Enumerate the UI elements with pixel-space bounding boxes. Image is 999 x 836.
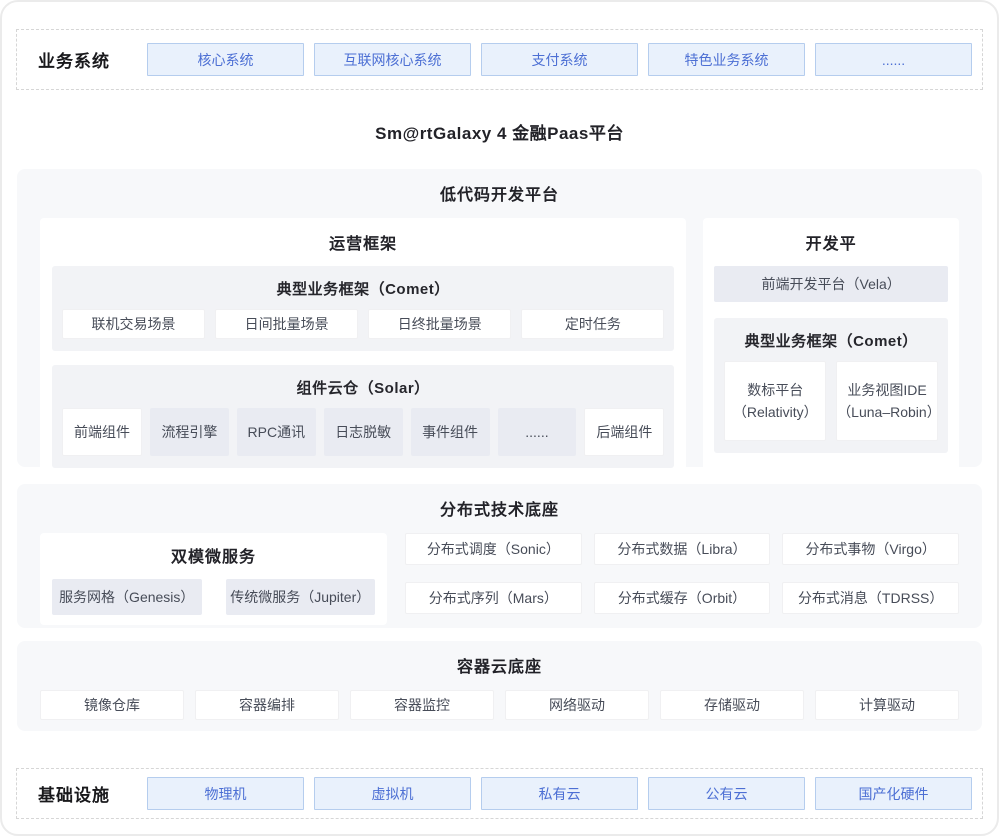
architecture-diagram: 业务系统 核心系统 互联网核心系统 支付系统 特色业务系统 ...... Sm@… xyxy=(0,0,999,836)
card-line1: 数标平台 xyxy=(747,379,803,401)
card-solar-ellipsis: ...... xyxy=(498,408,577,456)
operation-framework-title: 运营框架 xyxy=(52,230,674,254)
card-online-trading-scene: 联机交易场景 xyxy=(62,309,205,339)
business-systems-label: 业务系统 xyxy=(38,47,110,72)
dev-comet-title: 典型业务框架（Comet） xyxy=(724,330,938,351)
card-traditional-microservice-jupiter: 传统微服务（Jupiter） xyxy=(226,579,376,615)
card-image-registry: 镜像仓库 xyxy=(40,690,184,720)
chip-internet-core-system: 互联网核心系统 xyxy=(314,43,471,76)
solar-component-section: 组件云仓（Solar） 前端组件 流程引擎 RPC通讯 日志脱敏 事件组件 ..… xyxy=(52,365,674,468)
card-scheduled-task: 定时任务 xyxy=(521,309,664,339)
distributed-base-panel: 分布式技术底座 双模微服务 服务网格（Genesis） 传统微服务（Jupite… xyxy=(17,484,982,628)
card-frontend-dev-platform-vela: 前端开发平台（Vela） xyxy=(714,266,948,302)
container-base-title: 容器云底座 xyxy=(40,653,959,677)
distributed-base-title: 分布式技术底座 xyxy=(40,496,959,520)
chip-special-business-system: 特色业务系统 xyxy=(648,43,805,76)
card-line2: （Luna–Robin） xyxy=(837,401,937,423)
infrastructure-row: 基础设施 物理机 虚拟机 私有云 公有云 国产化硬件 xyxy=(16,768,983,819)
card-endofday-batch-scene: 日终批量场景 xyxy=(368,309,511,339)
page-title: Sm@rtGalaxy 4 金融Paas平台 xyxy=(2,119,997,144)
card-compute-driver: 计算驱动 xyxy=(815,690,959,720)
comet-framework-section: 典型业务框架（Comet） 联机交易场景 日间批量场景 日终批量场景 定时任务 xyxy=(52,266,674,351)
card-distributed-cache-orbit: 分布式缓存（Orbit） xyxy=(594,582,771,614)
comet-framework-title: 典型业务框架（Comet） xyxy=(62,278,664,299)
card-storage-driver: 存储驱动 xyxy=(660,690,804,720)
card-line1: 业务视图IDE xyxy=(847,379,926,401)
chip-virtual-machine: 虚拟机 xyxy=(314,777,471,810)
card-log-masking: 日志脱敏 xyxy=(324,408,403,456)
chip-private-cloud: 私有云 xyxy=(481,777,638,810)
card-distributed-scheduling-sonic: 分布式调度（Sonic） xyxy=(405,533,582,565)
dual-mode-microservice-title: 双模微服务 xyxy=(52,543,375,567)
card-backend-component: 后端组件 xyxy=(584,408,664,456)
infrastructure-chips: 物理机 虚拟机 私有云 公有云 国产化硬件 xyxy=(147,777,972,810)
card-distributed-sequence-mars: 分布式序列（Mars） xyxy=(405,582,582,614)
chip-core-system: 核心系统 xyxy=(147,43,304,76)
low-code-platform-title: 低代码开发平台 xyxy=(40,181,959,205)
chip-payment-system: 支付系统 xyxy=(481,43,638,76)
dev-platform-box: 开发平 前端开发平台（Vela） 典型业务框架（Comet） 数标平台 （Rel… xyxy=(703,218,959,478)
business-systems-chips: 核心系统 互联网核心系统 支付系统 特色业务系统 ...... xyxy=(147,43,972,76)
business-systems-row: 业务系统 核心系统 互联网核心系统 支付系统 特色业务系统 ...... xyxy=(16,29,983,90)
container-base-panel: 容器云底座 镜像仓库 容器编排 容器监控 网络驱动 存储驱动 计算驱动 xyxy=(17,641,982,731)
solar-component-title: 组件云仓（Solar） xyxy=(62,377,664,398)
card-event-component: 事件组件 xyxy=(411,408,490,456)
chip-physical-machine: 物理机 xyxy=(147,777,304,810)
card-frontend-component: 前端组件 xyxy=(62,408,142,456)
card-daytime-batch-scene: 日间批量场景 xyxy=(215,309,358,339)
card-distributed-message-tdrss: 分布式消息（TDRSS） xyxy=(782,582,959,614)
card-line2: （Relativity） xyxy=(733,401,818,423)
infrastructure-label: 基础设施 xyxy=(38,781,110,806)
chip-domestic-hardware: 国产化硬件 xyxy=(815,777,972,810)
card-data-standard-platform-relativity: 数标平台 （Relativity） xyxy=(724,361,826,441)
low-code-platform-panel: 低代码开发平台 运营框架 典型业务框架（Comet） 联机交易场景 日间批量场景… xyxy=(17,169,982,467)
dev-platform-title: 开发平 xyxy=(714,230,948,254)
card-distributed-transaction-virgo: 分布式事物（Virgo） xyxy=(782,533,959,565)
dual-mode-microservice-box: 双模微服务 服务网格（Genesis） 传统微服务（Jupiter） xyxy=(40,533,387,625)
card-network-driver: 网络驱动 xyxy=(505,690,649,720)
card-rpc-communication: RPC通讯 xyxy=(237,408,316,456)
dev-comet-section: 典型业务框架（Comet） 数标平台 （Relativity） 业务视图IDE … xyxy=(714,318,948,453)
chip-public-cloud: 公有云 xyxy=(648,777,805,810)
card-service-mesh-genesis: 服务网格（Genesis） xyxy=(52,579,202,615)
card-distributed-data-libra: 分布式数据（Libra） xyxy=(594,533,771,565)
card-business-view-ide-luna-robin: 业务视图IDE （Luna–Robin） xyxy=(836,361,938,441)
distributed-services-grid: 分布式调度（Sonic） 分布式数据（Libra） 分布式事物（Virgo） 分… xyxy=(405,533,959,614)
card-container-monitoring: 容器监控 xyxy=(350,690,494,720)
operation-framework-box: 运营框架 典型业务框架（Comet） 联机交易场景 日间批量场景 日终批量场景 … xyxy=(40,218,686,478)
chip-ellipsis: ...... xyxy=(815,43,972,76)
card-container-orchestration: 容器编排 xyxy=(195,690,339,720)
card-process-engine: 流程引擎 xyxy=(150,408,229,456)
